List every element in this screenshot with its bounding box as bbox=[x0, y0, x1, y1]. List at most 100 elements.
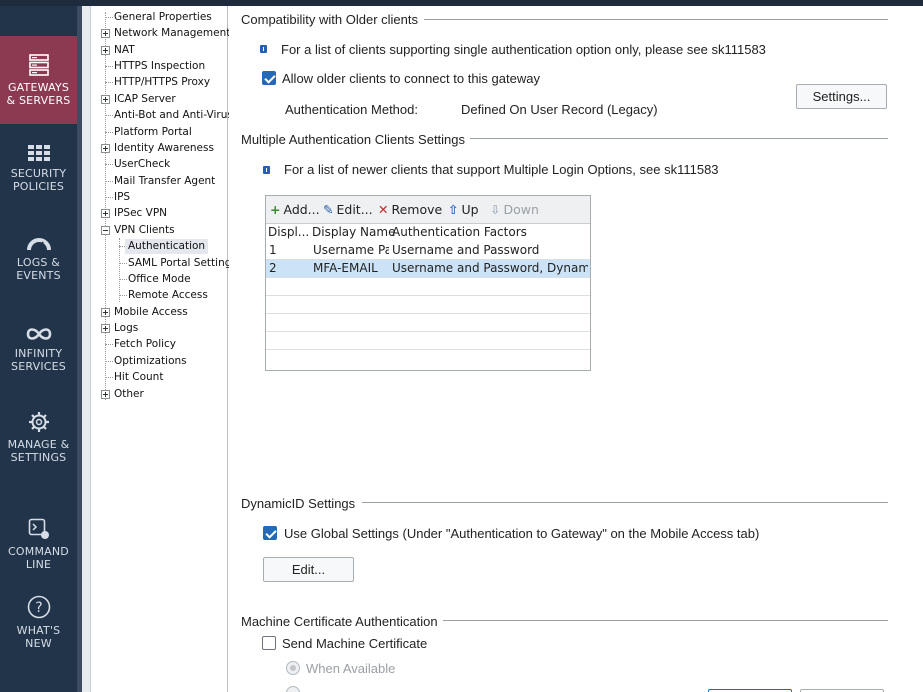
multi-info-text: For a list of newer clients that support… bbox=[284, 162, 719, 177]
auth-method-value: Defined On User Record (Legacy) bbox=[461, 102, 658, 117]
empty-row bbox=[266, 332, 590, 350]
tree-item-label: UserCheck bbox=[114, 158, 171, 170]
up-button[interactable]: ⇧ Up bbox=[448, 196, 479, 224]
expand-icon[interactable] bbox=[101, 209, 110, 218]
section-divider bbox=[443, 620, 888, 621]
tree-item-label: General Properties bbox=[114, 11, 212, 23]
nav-infinity-services[interactable]: INFINITY SERVICES bbox=[0, 326, 77, 386]
expand-icon[interactable] bbox=[101, 144, 110, 153]
down-button[interactable]: ⇩ Down bbox=[490, 196, 539, 224]
send-machine-cert-label: Send Machine Certificate bbox=[282, 636, 428, 651]
tree-item-label: Remote Access bbox=[128, 289, 208, 301]
nav-whats-new[interactable]: ? WHAT'S NEW bbox=[0, 595, 77, 655]
up-label: Up bbox=[461, 202, 479, 217]
tree-item-label: Logs bbox=[114, 322, 139, 334]
tree-item-label: Platform Portal bbox=[114, 126, 192, 138]
expand-icon[interactable] bbox=[101, 95, 110, 104]
auth-method-label: Authentication Method: bbox=[285, 102, 418, 117]
expand-icon[interactable] bbox=[101, 29, 110, 38]
nav-gateways-servers[interactable]: GATEWAYS & SERVERS bbox=[0, 36, 77, 124]
command-line-icon bbox=[28, 518, 49, 539]
expand-icon[interactable] bbox=[101, 46, 110, 55]
expand-icon[interactable] bbox=[101, 324, 110, 333]
expand-icon[interactable] bbox=[101, 390, 110, 399]
tree-item-label: HTTPS Inspection bbox=[114, 60, 206, 72]
nav-label: COMMAND LINE bbox=[8, 545, 69, 571]
compat-info-text: For a list of clients supporting single … bbox=[281, 42, 766, 57]
column-header-auth-factors[interactable]: Authentication Factors bbox=[392, 225, 527, 239]
when-available-radio[interactable] bbox=[286, 661, 300, 675]
dynamicid-section-title: DynamicID Settings bbox=[241, 496, 356, 511]
table-header: Displ... Display Name Authentication Fac… bbox=[266, 224, 590, 242]
tree-item-label: VPN Clients bbox=[114, 224, 175, 236]
collapse-icon[interactable] bbox=[101, 226, 110, 235]
nav-manage-settings[interactable]: MANAGE & SETTINGS bbox=[0, 411, 77, 471]
remove-icon: ✕ bbox=[378, 202, 389, 217]
tree-item-label: ICAP Server bbox=[114, 93, 176, 105]
expand-icon[interactable] bbox=[101, 308, 110, 317]
cell-display-name: Username Pa bbox=[313, 243, 389, 257]
security-policies-icon bbox=[27, 145, 50, 161]
properties-tree: General Properties Network Management NA… bbox=[92, 6, 237, 692]
nav-logs-events[interactable]: LOGS & EVENTS bbox=[0, 235, 77, 295]
tree-item-label: Hit Count bbox=[114, 371, 164, 383]
tree-item-label: Anti-Bot and Anti-Virus bbox=[114, 109, 233, 121]
nav-label: INFINITY SERVICES bbox=[11, 347, 66, 373]
allow-older-clients-label: Allow older clients to connect to this g… bbox=[282, 71, 540, 86]
send-machine-cert-checkbox[interactable] bbox=[262, 636, 276, 650]
nav-security-policies[interactable]: SECURITY POLICIES bbox=[0, 144, 77, 204]
tree-item-label: Network Management bbox=[114, 27, 231, 39]
settings-button[interactable]: Settings... bbox=[796, 84, 887, 109]
dynamicid-edit-button[interactable]: Edit... bbox=[263, 557, 354, 582]
mandatory-radio[interactable] bbox=[286, 686, 300, 692]
remove-label: Remove bbox=[391, 202, 443, 217]
tree-item-label: Identity Awareness bbox=[114, 142, 214, 154]
add-button[interactable]: + Add... bbox=[270, 196, 320, 224]
edit-button[interactable]: ✎ Edit... bbox=[323, 196, 373, 224]
empty-row bbox=[266, 278, 590, 296]
tree-item-label: Mobile Access bbox=[114, 306, 188, 318]
nav-label: GATEWAYS & SERVERS bbox=[6, 81, 71, 107]
use-global-settings-label: Use Global Settings (Under "Authenticati… bbox=[284, 526, 760, 541]
use-global-settings-checkbox[interactable] bbox=[263, 526, 277, 540]
empty-row bbox=[266, 314, 590, 332]
cell-auth-factors: Username and Password bbox=[392, 243, 540, 257]
nav-label: WHAT'S NEW bbox=[16, 624, 61, 650]
nav-command-line[interactable]: COMMAND LINE bbox=[0, 518, 77, 578]
cell-auth-factors: Username and Password, DynamicI bbox=[392, 261, 588, 275]
empty-row bbox=[266, 296, 590, 314]
gear-icon bbox=[28, 412, 49, 432]
tree-item-label: NAT bbox=[114, 44, 135, 56]
table-row[interactable]: 1 Username Pa Username and Password bbox=[266, 242, 590, 260]
arrow-up-icon: ⇧ bbox=[448, 202, 459, 217]
tree-collapse-handle[interactable] bbox=[82, 6, 91, 692]
column-header-display-name[interactable]: Display Name bbox=[312, 225, 395, 239]
edit-label: Edit... bbox=[336, 202, 373, 217]
nav-label: LOGS & EVENTS bbox=[16, 256, 61, 282]
column-header-order[interactable]: Displ... bbox=[268, 225, 309, 239]
nav-label: SECURITY POLICIES bbox=[10, 167, 67, 193]
logs-events-icon bbox=[26, 238, 51, 251]
arrow-down-icon: ⇩ bbox=[490, 202, 501, 217]
infinity-icon bbox=[26, 328, 51, 340]
add-label: Add... bbox=[283, 202, 320, 217]
left-navigation: GATEWAYS & SERVERS SECURITY POLICIES LOG… bbox=[0, 6, 77, 692]
empty-row bbox=[266, 350, 590, 368]
tree-item-label: Mail Transfer Agent bbox=[114, 175, 216, 187]
plus-icon: + bbox=[270, 202, 281, 217]
compat-section-title: Compatibility with Older clients bbox=[241, 12, 419, 27]
tree-item-label: IPS bbox=[114, 191, 131, 203]
table-row[interactable]: 2 MFA-EMAIL Username and Password, Dynam… bbox=[266, 260, 590, 278]
tree-item-label: Other bbox=[114, 388, 144, 400]
section-divider bbox=[424, 19, 888, 20]
authentication-panel: Compatibility with Older clients For a l… bbox=[229, 6, 923, 692]
down-label: Down bbox=[503, 202, 539, 217]
cell-display-name: MFA-EMAIL bbox=[313, 261, 378, 275]
allow-older-clients-checkbox[interactable] bbox=[262, 71, 276, 85]
gateways-servers-icon bbox=[28, 54, 49, 76]
section-divider bbox=[470, 138, 888, 139]
tree-item-label: HTTP/HTTPS Proxy bbox=[114, 76, 211, 88]
machine-cert-section-title: Machine Certificate Authentication bbox=[241, 614, 438, 629]
when-available-label: When Available bbox=[306, 661, 396, 676]
remove-button[interactable]: ✕ Remove bbox=[378, 196, 442, 224]
